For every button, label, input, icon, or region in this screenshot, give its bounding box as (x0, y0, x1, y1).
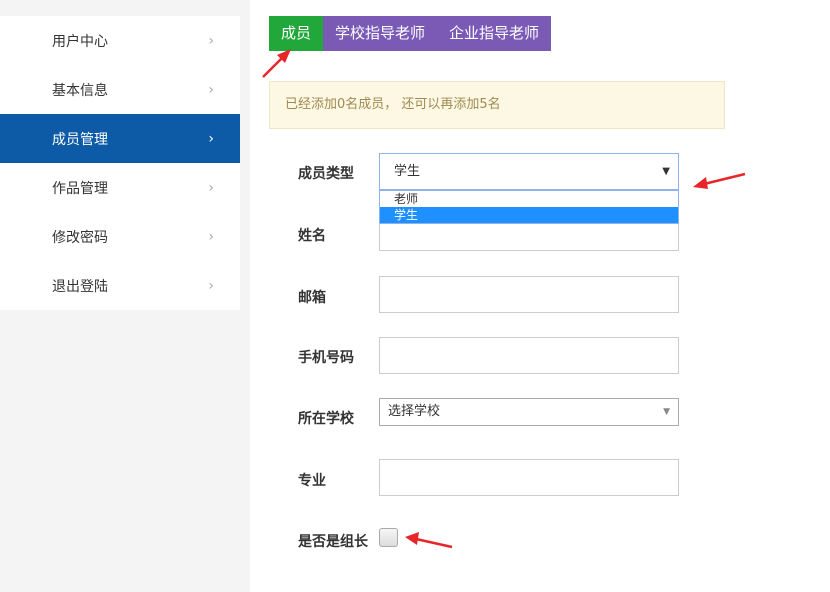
annotation-arrow-icon (693, 172, 746, 189)
sidebar-item-member-management[interactable]: 成员管理 › (0, 114, 240, 163)
caret-down-icon: ▼ (663, 407, 670, 417)
sidebar-item-label: 用户中心 (52, 33, 108, 50)
dropdown-option-teacher[interactable]: 老师 (380, 191, 678, 207)
chevron-right-icon: › (208, 81, 214, 98)
team-leader-label: 是否是组长 (298, 534, 368, 550)
sidebar-item-basic-info[interactable]: 基本信息 › (0, 65, 240, 114)
chevron-right-icon: › (208, 179, 214, 196)
major-input[interactable] (379, 459, 679, 496)
member-type-value: 学生 (394, 164, 421, 179)
sidebar-item-user-center[interactable]: 用户中心 › (0, 16, 240, 65)
sidebar-item-logout[interactable]: 退出登陆 › (0, 261, 240, 310)
name-label: 姓名 (298, 228, 326, 244)
phone-input[interactable] (379, 337, 679, 374)
phone-label: 手机号码 (298, 350, 354, 366)
sidebar-item-label: 修改密码 (52, 229, 108, 246)
chevron-right-icon: › (208, 32, 214, 49)
school-label: 所在学校 (298, 411, 354, 427)
chevron-right-icon: › (208, 130, 214, 147)
sidebar-item-change-password[interactable]: 修改密码 › (0, 212, 240, 261)
annotation-arrow-icon (405, 532, 453, 549)
sidebar-item-label: 退出登陆 (52, 278, 108, 295)
caret-down-icon: ▼ (662, 166, 670, 177)
chevron-right-icon: › (208, 277, 214, 294)
sidebar-item-label: 作品管理 (52, 180, 108, 197)
member-type-dropdown: 老师 学生 (379, 190, 679, 224)
member-type-label: 成员类型 (298, 166, 354, 182)
tab-school-advisors[interactable]: 学校指导老师 (323, 16, 438, 51)
annotation-arrow-icon (262, 49, 291, 78)
sidebar-item-label: 成员管理 (52, 131, 108, 148)
email-input[interactable] (379, 276, 679, 313)
sidebar: 用户中心 › 基本信息 › 成员管理 › 作品管理 › 修改密码 › 退出登陆 … (0, 16, 240, 310)
major-label: 专业 (298, 473, 326, 489)
sidebar-item-works-management[interactable]: 作品管理 › (0, 163, 240, 212)
chevron-right-icon: › (208, 228, 214, 245)
sidebar-item-label: 基本信息 (52, 82, 108, 99)
school-select-value: 选择学校 (388, 404, 441, 419)
dropdown-option-student[interactable]: 学生 (380, 207, 678, 223)
member-tabs: 成员 学校指导老师 企业指导老师 (269, 16, 552, 51)
member-quota-notice: 已经添加0名成员， 还可以再添加5名 (269, 81, 725, 129)
email-label: 邮箱 (298, 290, 326, 306)
member-type-select[interactable]: 学生 ▼ (379, 153, 679, 190)
school-select[interactable]: 选择学校 ▼ (379, 398, 679, 426)
tab-enterprise-advisors[interactable]: 企业指导老师 (437, 16, 552, 51)
team-leader-checkbox[interactable] (379, 528, 398, 547)
